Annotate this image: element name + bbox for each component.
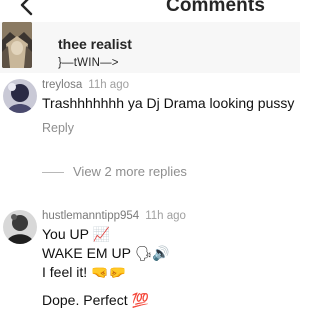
comment-text-line: WAKE EM UP 🗣🔊: [42, 245, 170, 261]
comment-text-line: I feel it! 🤜🤛: [42, 264, 126, 280]
replies-divider: [42, 172, 64, 173]
commenter-avatar[interactable]: [3, 79, 37, 113]
comment-username[interactable]: hustlemanntipp954 11h ago: [42, 210, 186, 222]
view-more-replies-button[interactable]: View 2 more replies: [73, 164, 187, 179]
commenter-avatar[interactable]: [3, 210, 37, 244]
comment-timestamp: 11h ago: [88, 79, 129, 91]
comment-username-text[interactable]: hustlemanntipp954: [42, 210, 139, 222]
caption-username[interactable]: thee realist: [58, 36, 132, 52]
page-title: Comments: [166, 0, 265, 16]
comment-timestamp: 11h ago: [145, 210, 186, 222]
comment-text-line: You UP 📈: [42, 226, 111, 242]
reply-button[interactable]: Reply: [42, 121, 74, 135]
author-avatar[interactable]: [2, 22, 32, 68]
post-caption: thee realist }—tWIN—>: [0, 22, 300, 73]
comment-text-line: Dope. Perfect 💯: [42, 292, 149, 308]
back-chevron-icon[interactable]: [14, 0, 42, 22]
top-navigation-bar: Comments: [0, 0, 300, 20]
caption-text: }—tWIN—>: [58, 57, 119, 69]
comment-username[interactable]: treylosa 11h ago: [42, 79, 129, 91]
comment-text: Trashhhhhhh ya Dj Drama looking pussy: [42, 95, 295, 111]
comment-username-text[interactable]: treylosa: [42, 79, 82, 91]
